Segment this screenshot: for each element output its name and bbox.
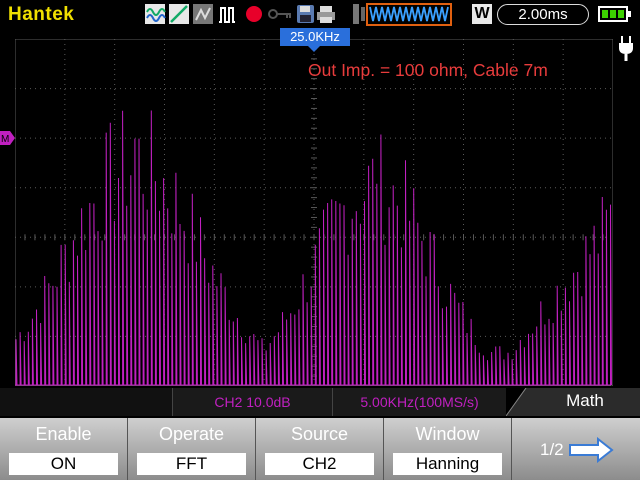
print-icon[interactable] bbox=[317, 6, 335, 23]
screen-annotation: Out Imp. = 100 ohm, Cable 7m bbox=[308, 60, 548, 80]
source-value: CH2 bbox=[265, 453, 374, 475]
channel-scale-readout: CH2 10.0dB bbox=[172, 388, 332, 416]
menu-page-indicator: 1/2 bbox=[540, 440, 564, 459]
timebase-readout: 2.00ms bbox=[497, 4, 589, 25]
pulse-icon[interactable] bbox=[219, 7, 235, 23]
persistence-icon[interactable] bbox=[193, 4, 213, 24]
waveform-icon[interactable] bbox=[145, 4, 166, 24]
record-icon[interactable] bbox=[246, 6, 262, 22]
spectrum-path bbox=[15, 110, 612, 386]
power-plug-icon bbox=[619, 36, 633, 61]
trigger-position-label[interactable]: 25.0KHz bbox=[280, 28, 350, 46]
save-disk-icon[interactable] bbox=[297, 5, 314, 23]
key-icon bbox=[268, 9, 291, 19]
memory-depth-indicator bbox=[353, 3, 452, 26]
graticule-grid bbox=[15, 39, 613, 386]
right-arrow-icon bbox=[569, 437, 614, 463]
brand-logo: Hantek bbox=[8, 4, 75, 25]
enable-softkey[interactable]: Enable ON bbox=[0, 418, 128, 480]
toolbar-icons bbox=[145, 4, 335, 24]
menu-title: Math bbox=[566, 391, 604, 410]
window-softkey[interactable]: Window Hanning bbox=[384, 418, 512, 480]
operate-label: Operate bbox=[158, 424, 225, 444]
ramp-icon[interactable] bbox=[169, 4, 189, 24]
scope-screen bbox=[15, 39, 613, 386]
window-value: Hanning bbox=[393, 453, 502, 475]
source-label: Source bbox=[290, 424, 349, 444]
acquire-mode-badge: W bbox=[472, 4, 492, 24]
window-label: Window bbox=[415, 424, 480, 444]
sample-rate-readout: 5.00KHz(100MS/s) bbox=[332, 388, 506, 416]
math-channel-marker[interactable]: M bbox=[0, 131, 15, 145]
operate-value: FFT bbox=[137, 453, 246, 475]
svg-text:M: M bbox=[1, 134, 9, 145]
fft-trace bbox=[15, 110, 612, 386]
enable-value: ON bbox=[9, 453, 118, 475]
status-empty-cell bbox=[0, 388, 172, 416]
operate-softkey[interactable]: Operate FFT bbox=[128, 418, 256, 480]
source-softkey[interactable]: Source CH2 bbox=[256, 418, 384, 480]
battery-icon bbox=[598, 6, 631, 22]
enable-label: Enable bbox=[35, 424, 92, 444]
trigger-position-pointer bbox=[308, 46, 320, 52]
